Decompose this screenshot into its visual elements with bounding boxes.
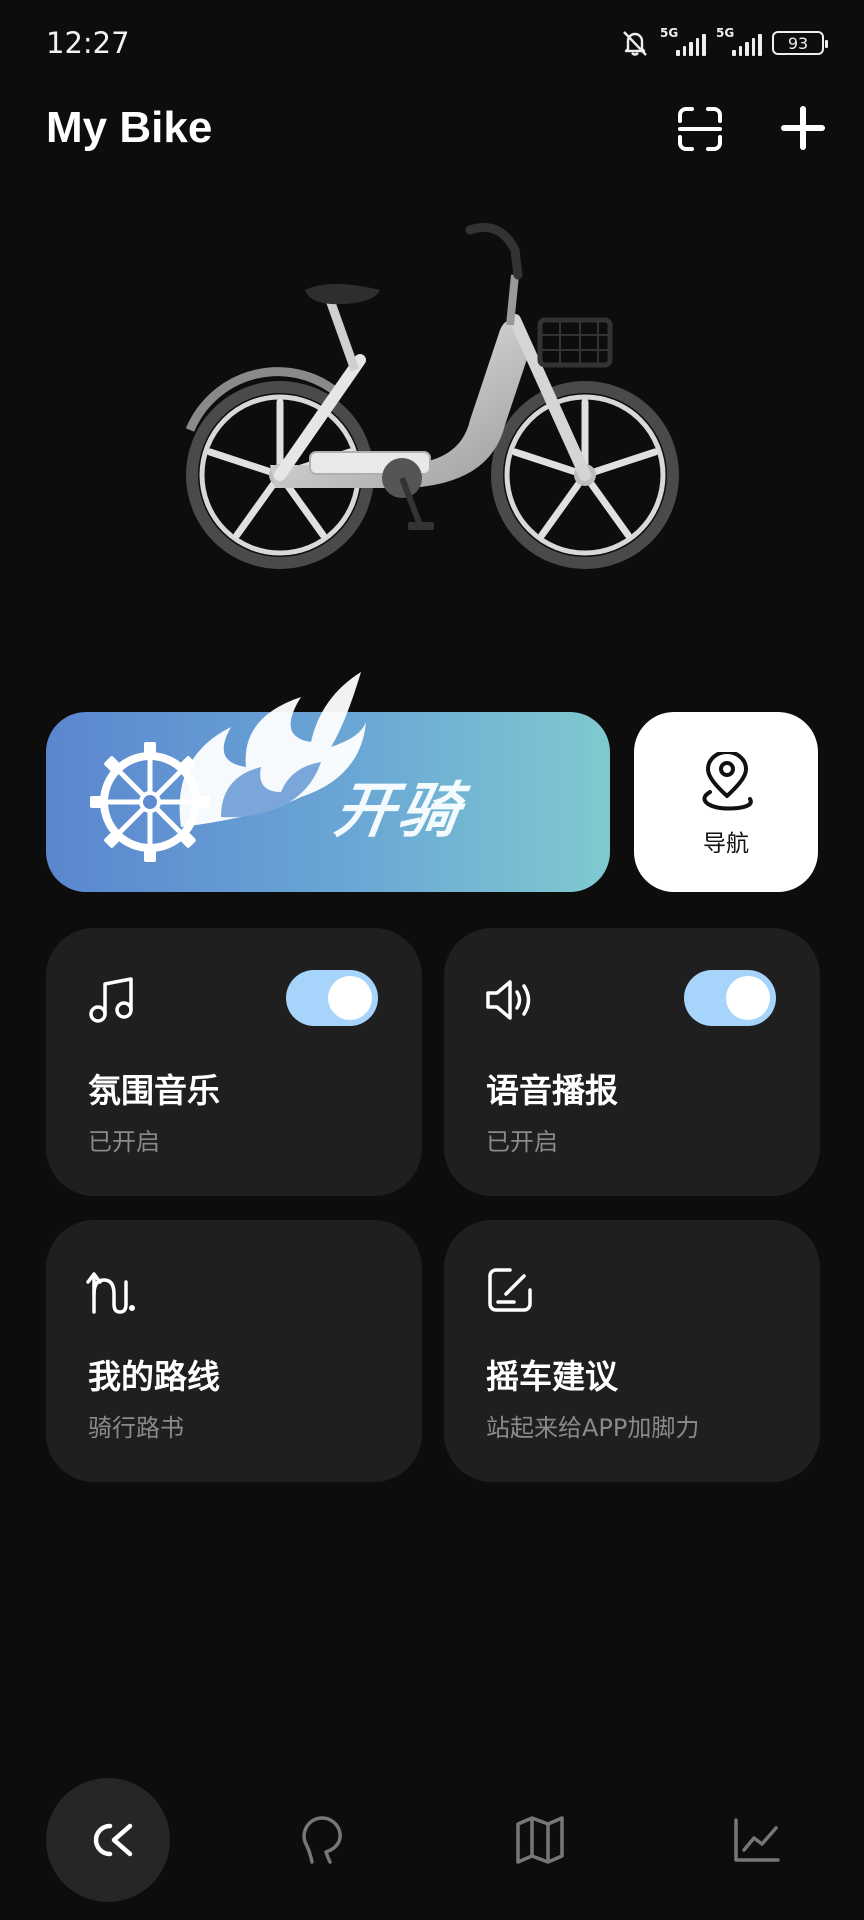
location-pin-icon <box>702 752 753 811</box>
status-time: 12:27 <box>46 26 130 60</box>
card-subtitle: 已开启 <box>486 1128 558 1156</box>
ambient-music-card[interactable]: 氛围音乐 已开启 <box>46 928 422 1196</box>
battery-icon: 93 <box>772 31 828 55</box>
card-title: 语音播报 <box>486 1071 618 1110</box>
feedback-edit-icon <box>488 1268 532 1312</box>
toggle-knob <box>726 976 770 1020</box>
app-header: My Bike <box>0 95 864 165</box>
signal-icon: 5G <box>716 26 762 56</box>
voice-broadcast-toggle[interactable] <box>684 970 776 1026</box>
shake-suggestion-card[interactable]: 摇车建议 站起来给APP加脚力 <box>444 1220 820 1482</box>
scan-icon[interactable] <box>676 105 724 153</box>
navigation-label: 导航 <box>703 831 749 857</box>
toggle-knob <box>328 976 372 1020</box>
chat-bubble-icon <box>302 1816 342 1864</box>
card-title: 我的路线 <box>88 1357 220 1396</box>
network-type-label: 5G <box>660 26 679 40</box>
music-note-icon <box>89 977 133 1023</box>
speaker-icon <box>486 980 531 1020</box>
tab-community[interactable] <box>262 1778 386 1902</box>
ride-logo-icon <box>93 1823 133 1857</box>
stats-chart-icon <box>734 1818 780 1862</box>
plus-icon[interactable] <box>778 103 828 153</box>
tab-map[interactable] <box>478 1778 602 1902</box>
voice-broadcast-card[interactable]: 语音播报 已开启 <box>444 928 820 1196</box>
card-title: 摇车建议 <box>486 1357 618 1396</box>
signal-icon: 5G <box>660 26 706 56</box>
gear-icon <box>90 742 210 862</box>
card-subtitle: 站起来给APP加脚力 <box>486 1414 700 1442</box>
bike-image <box>185 223 679 569</box>
bottom-nav <box>0 1760 864 1920</box>
start-ride-label: 开骑 <box>330 776 469 846</box>
card-subtitle: 骑行路书 <box>88 1414 184 1442</box>
map-icon <box>516 1816 564 1864</box>
bell-muted-icon <box>623 31 647 56</box>
tab-ride[interactable] <box>46 1778 170 1902</box>
my-route-card[interactable]: 我的路线 骑行路书 <box>46 1220 422 1482</box>
card-title: 氛围音乐 <box>88 1071 220 1110</box>
tab-stats[interactable] <box>694 1778 818 1902</box>
page-title: My Bike <box>46 103 213 152</box>
start-ride-button[interactable]: 开骑 <box>46 672 610 892</box>
ambient-music-toggle[interactable] <box>286 970 378 1026</box>
status-icons: 5G 5G 93 <box>620 26 828 58</box>
status-bar: 12:27 5G 5G 93 <box>0 0 864 90</box>
route-icon <box>86 1272 135 1314</box>
navigation-button[interactable]: 导航 <box>634 712 818 892</box>
battery-level: 93 <box>787 33 809 53</box>
card-subtitle: 已开启 <box>88 1128 160 1156</box>
network-type-label: 5G <box>716 26 735 40</box>
